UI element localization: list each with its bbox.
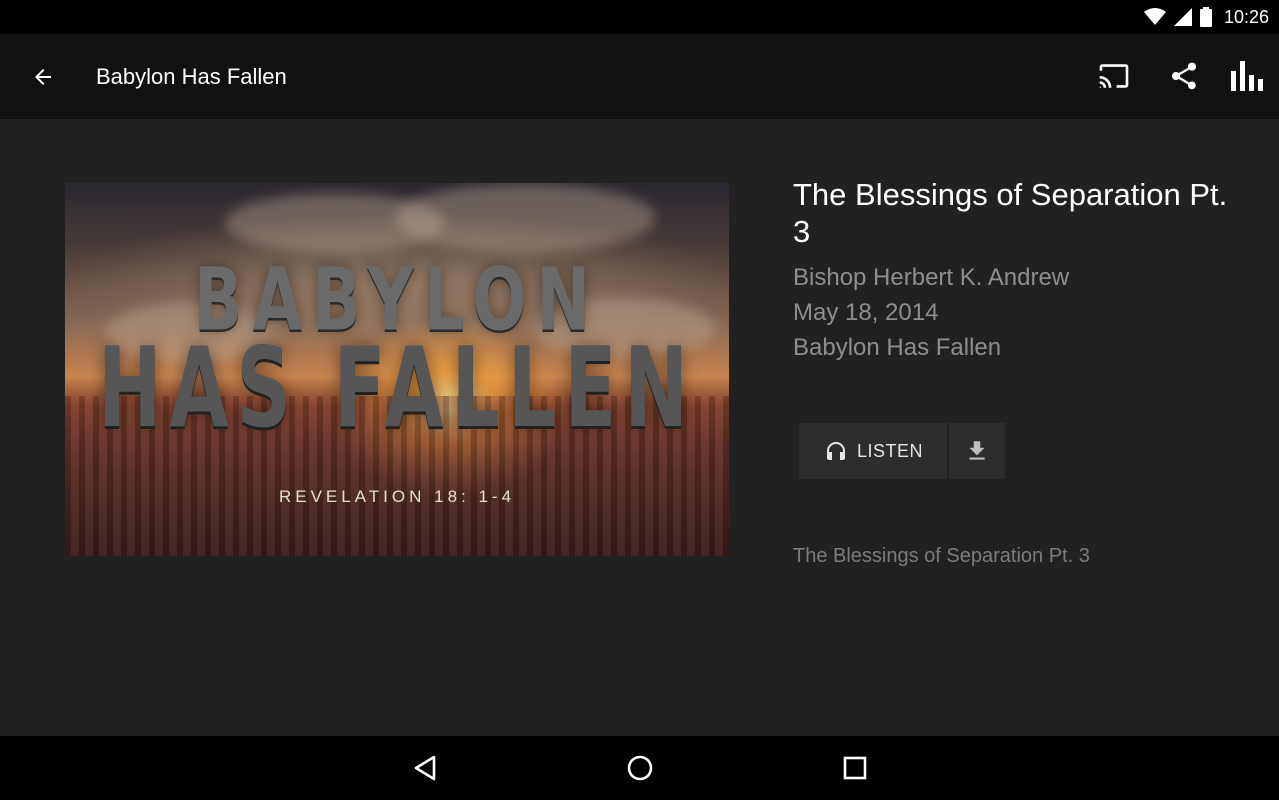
app-title: Babylon Has Fallen [96,64,287,89]
status-time: 10:26 [1223,6,1269,27]
nav-home-icon [627,755,653,781]
sermon-series: Babylon Has Fallen [793,334,1002,361]
listen-label: LISTEN [856,440,924,461]
artwork-verse: REVELATION 18: 1-4 [278,487,516,506]
status-bar: 10:26 [0,0,1279,34]
nav-back-button[interactable] [403,748,447,788]
download-button[interactable] [949,423,1005,479]
art-cloud [395,183,655,253]
battery-icon [1199,7,1212,27]
nav-home-button[interactable] [618,748,662,788]
listen-button[interactable]: LISTEN [799,423,947,479]
nav-recents-icon [843,756,867,780]
headphones-icon [826,442,845,460]
sermon-title: The Blessings of Separation Pt. 3 [793,177,1228,249]
equalizer-button[interactable] [1225,54,1269,98]
cast-button[interactable] [1092,54,1136,98]
nav-back-icon [414,755,436,781]
share-button[interactable] [1162,54,1206,98]
sermon-date: May 18, 2014 [793,299,939,326]
nav-recents-button[interactable] [833,748,877,788]
share-icon [1172,62,1196,90]
app-bar: Babylon Has Fallen [0,34,1279,119]
download-icon [969,441,985,460]
back-button[interactable] [22,56,64,98]
equalizer-icon [1231,61,1263,91]
wifi-icon [1143,8,1166,25]
artwork-title-line2: HAS FALLEN [97,323,696,453]
sermon-artwork: BABYLON HAS FALLEN REVELATION 18: 1-4 [65,183,729,556]
navigation-bar [0,736,1279,800]
cell-signal-icon [1173,8,1192,26]
sermon-description: The Blessings of Separation Pt. 3 [793,545,1090,567]
cast-icon [1099,64,1129,88]
status-icons: 10:26 [1143,0,1269,34]
arrow-back-icon [35,69,51,85]
sermon-speaker: Bishop Herbert K. Andrew [793,264,1070,291]
